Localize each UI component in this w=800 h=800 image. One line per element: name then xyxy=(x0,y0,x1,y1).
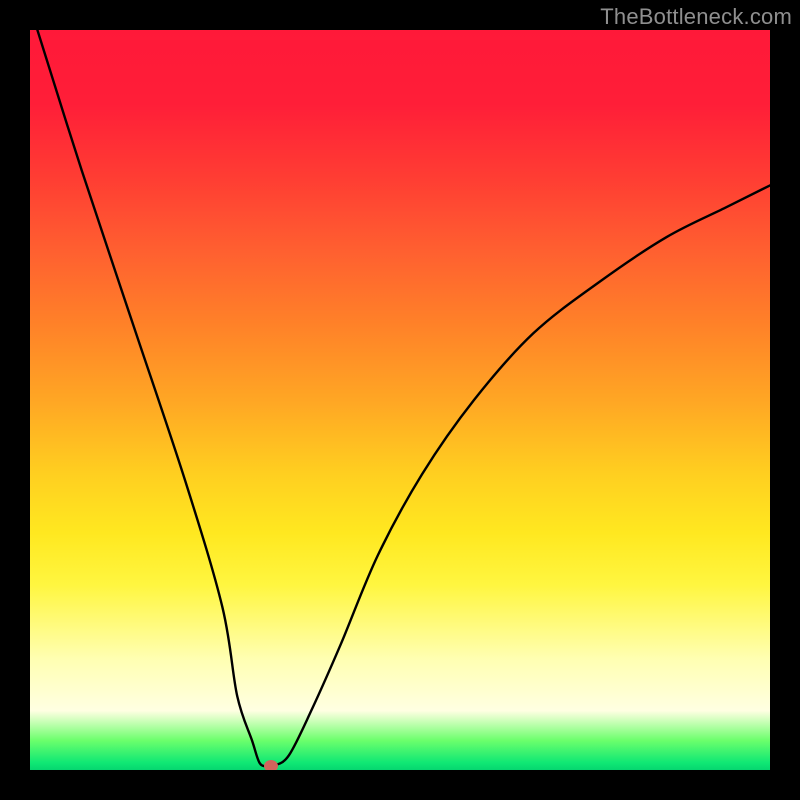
minimum-marker xyxy=(264,760,278,770)
bottleneck-curve xyxy=(37,30,770,767)
curve-svg xyxy=(30,30,770,770)
plot-area xyxy=(30,30,770,770)
watermark-label: TheBottleneck.com xyxy=(600,4,792,30)
chart-frame: TheBottleneck.com xyxy=(0,0,800,800)
